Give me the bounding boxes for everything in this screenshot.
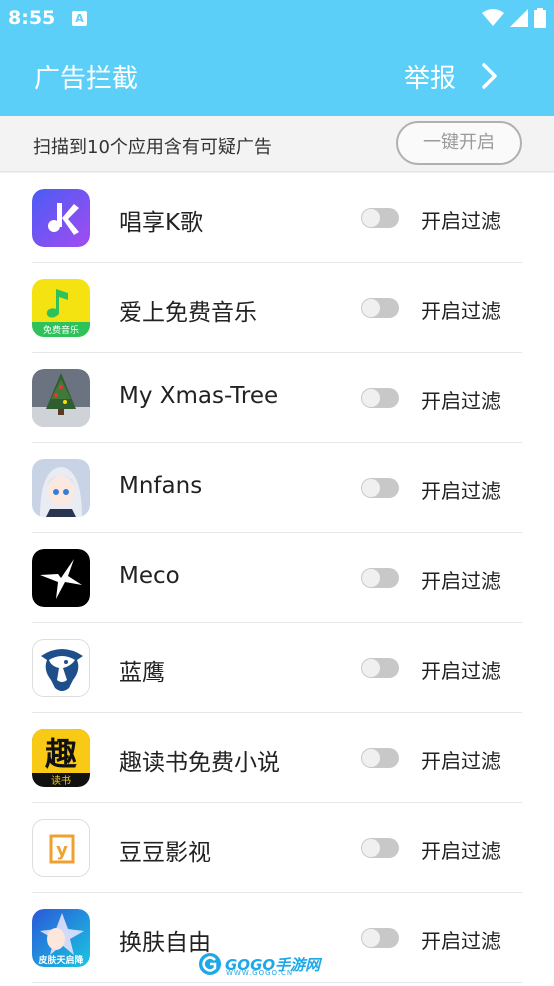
qu-reading-icon: 趣读书	[32, 729, 90, 787]
filter-toggle[interactable]	[361, 658, 399, 678]
app-name: 趣读书免费小说	[119, 750, 280, 776]
list-item: Mnfans 开启过滤	[32, 443, 522, 533]
battery-icon	[534, 8, 546, 28]
toggle-knob	[362, 569, 380, 587]
status-bar: 8:55 A	[0, 0, 554, 36]
status-time: 8:55	[8, 7, 56, 29]
filter-toggle[interactable]	[361, 388, 399, 408]
icon-caption: 读书	[51, 774, 71, 787]
app-name: Mnfans	[119, 473, 203, 499]
one-key-enable-button[interactable]: 一键开启	[396, 121, 522, 165]
list-item: 趣读书 趣读书免费小说 开启过滤	[32, 713, 522, 803]
app-name: 蓝鹰	[119, 660, 165, 686]
watermark-url: WWW.GOGO.CN	[226, 969, 294, 977]
filter-label: 开启过滤	[421, 929, 501, 953]
toggle-knob	[362, 749, 380, 767]
toggle-knob	[362, 209, 380, 227]
page-title: 广告拦截	[34, 64, 139, 94]
anime-girl-icon	[32, 459, 90, 517]
toggle-knob	[362, 839, 380, 857]
skin-game-icon: 皮肤天启降	[32, 909, 90, 967]
filter-label: 开启过滤	[421, 299, 501, 323]
music-note-icon: 免费音乐	[32, 279, 90, 337]
filter-toggle[interactable]	[361, 838, 399, 858]
filter-label: 开启过滤	[421, 839, 501, 863]
doudou-video-icon: y	[32, 819, 90, 877]
chevron-right-icon[interactable]	[478, 62, 502, 90]
wifi-icon	[482, 9, 504, 26]
filter-label: 开启过滤	[421, 659, 501, 683]
christmas-tree-icon	[32, 369, 90, 427]
list-item: 蓝鹰 开启过滤	[32, 623, 522, 713]
scan-summary-bar: 扫描到10个应用含有可疑广告 一键开启	[0, 116, 554, 172]
filter-toggle[interactable]	[361, 928, 399, 948]
icon-caption: 免费音乐	[43, 324, 79, 336]
filter-label: 开启过滤	[421, 749, 501, 773]
app-name: Meco	[119, 563, 180, 589]
meco-star-icon	[32, 549, 90, 607]
list-item: y 豆豆影视 开启过滤	[32, 803, 522, 893]
app-bar: 广告拦截 举报	[0, 36, 554, 116]
list-item: 免费音乐 爱上免费音乐 开启过滤	[32, 263, 522, 353]
app-name: 豆豆影视	[119, 840, 211, 866]
filter-label: 开启过滤	[421, 569, 501, 593]
toggle-knob	[362, 929, 380, 947]
watermark-logo-icon	[199, 953, 221, 975]
filter-toggle[interactable]	[361, 208, 399, 228]
scan-summary-text: 扫描到10个应用含有可疑广告	[33, 137, 272, 158]
filter-toggle[interactable]	[361, 478, 399, 498]
app-name: 唱享K歌	[119, 210, 204, 236]
icon-glyph: 趣	[45, 735, 77, 773]
filter-toggle[interactable]	[361, 748, 399, 768]
notification-icon: A	[72, 11, 87, 26]
eagle-icon	[32, 639, 90, 697]
list-item: 唱享K歌 开启过滤	[32, 173, 522, 263]
icon-glyph: y	[56, 840, 68, 861]
app-name: 爱上免费音乐	[119, 300, 257, 326]
toggle-knob	[362, 479, 380, 497]
report-button[interactable]: 举报	[404, 58, 456, 95]
filter-toggle[interactable]	[361, 298, 399, 318]
list-item: My Xmas-Tree 开启过滤	[32, 353, 522, 443]
k-song-icon	[32, 189, 90, 247]
filter-label: 开启过滤	[421, 479, 501, 503]
filter-toggle[interactable]	[361, 568, 399, 588]
status-icons	[482, 8, 546, 28]
signal-icon	[510, 9, 528, 27]
toggle-knob	[362, 299, 380, 317]
app-list: 唱享K歌 开启过滤 免费音乐 爱上免费音乐 开启过滤 My Xmas-Tree …	[0, 173, 554, 986]
list-item: Meco 开启过滤	[32, 533, 522, 623]
app-name: My Xmas-Tree	[119, 383, 279, 409]
toggle-knob	[362, 659, 380, 677]
filter-label: 开启过滤	[421, 209, 501, 233]
toggle-knob	[362, 389, 380, 407]
filter-label: 开启过滤	[421, 389, 501, 413]
icon-caption: 皮肤天启降	[37, 954, 84, 966]
